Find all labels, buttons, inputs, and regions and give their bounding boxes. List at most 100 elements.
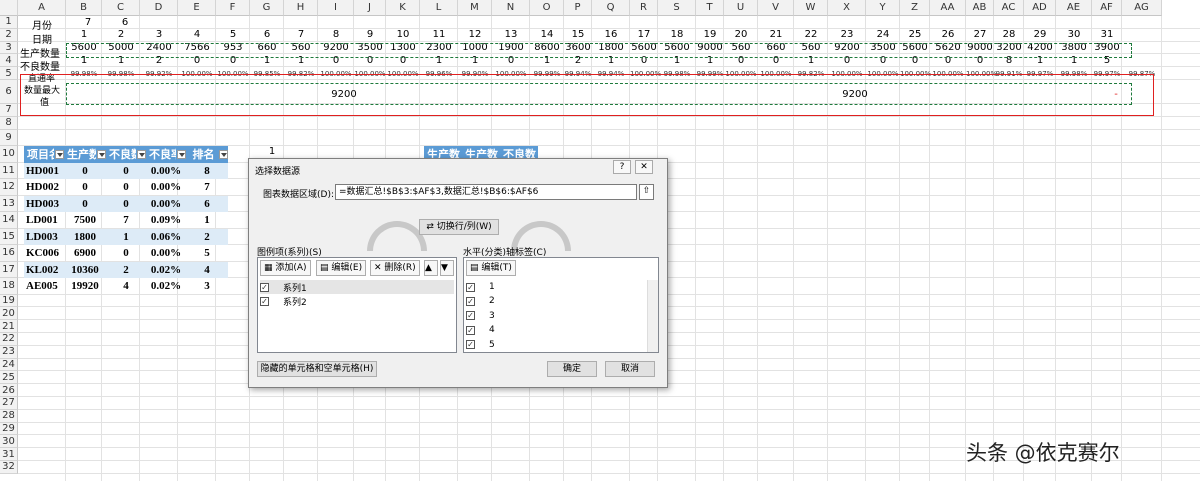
table-cell[interactable]: 2: [186, 228, 228, 245]
row-header[interactable]: 13: [0, 195, 18, 213]
row-header[interactable]: 3: [0, 41, 18, 55]
table-cell[interactable]: 0.00%: [146, 162, 186, 179]
series-item[interactable]: ✓ 系列1: [260, 280, 454, 294]
table-cell[interactable]: 0: [64, 195, 106, 212]
column-header[interactable]: J: [354, 0, 386, 16]
max-value-x[interactable]: 9200: [836, 89, 874, 101]
checkbox[interactable]: ✓: [466, 282, 475, 292]
row-header[interactable]: 10: [0, 146, 18, 163]
row-header[interactable]: 19: [0, 294, 18, 308]
data-cell[interactable]: 19: [696, 29, 724, 41]
column-header[interactable]: M: [458, 0, 492, 16]
row-header[interactable]: 8: [0, 116, 18, 130]
table-header[interactable]: 项目名: [24, 146, 64, 163]
data-cell[interactable]: 31: [1092, 29, 1122, 41]
row-header[interactable]: 6: [0, 80, 18, 104]
axis-item[interactable]: ✓ 1: [466, 280, 644, 294]
column-header[interactable]: Q: [592, 0, 630, 16]
close-button[interactable]: ✕: [635, 160, 653, 174]
row-header[interactable]: 23: [0, 345, 18, 359]
filter-dropdown-icon[interactable]: [97, 149, 106, 159]
filter-dropdown-icon[interactable]: [219, 149, 228, 159]
row-header[interactable]: 5: [0, 67, 18, 80]
table-cell[interactable]: 1: [106, 228, 146, 245]
data-cell[interactable]: 26: [930, 29, 966, 41]
table-cell[interactable]: 7: [186, 179, 228, 196]
row-header[interactable]: 12: [0, 179, 18, 196]
data-cell[interactable]: 28: [994, 29, 1024, 41]
filter-dropdown-icon[interactable]: [137, 149, 146, 159]
data-cell[interactable]: 17: [630, 29, 658, 41]
table-cell[interactable]: 8: [186, 162, 228, 179]
column-header[interactable]: U: [724, 0, 758, 16]
axis-item[interactable]: ✓ 4: [466, 323, 644, 337]
hidden-cells-button[interactable]: 隐藏的单元格和空单元格(H): [257, 361, 377, 377]
max-value-i[interactable]: 9200: [326, 89, 362, 101]
axis-edit-button[interactable]: ▤ 编辑(T): [466, 260, 516, 276]
table-cell[interactable]: HD002: [24, 179, 64, 196]
column-header[interactable]: T: [696, 0, 724, 16]
data-cell[interactable]: 4: [178, 29, 216, 41]
table-header[interactable]: 生产数: [64, 146, 106, 163]
table-header[interactable]: 不良率: [146, 146, 186, 163]
select-all-corner[interactable]: [0, 0, 18, 16]
row-header[interactable]: 1: [0, 16, 18, 29]
column-header[interactable]: O: [530, 0, 564, 16]
row-header[interactable]: 27: [0, 397, 18, 410]
table-cell[interactable]: KL002: [24, 261, 64, 278]
table-cell[interactable]: 0.00%: [146, 245, 186, 262]
table-cell[interactable]: 6900: [64, 245, 106, 262]
table-cell[interactable]: HD001: [24, 162, 64, 179]
column-header[interactable]: B: [66, 0, 102, 16]
row-header[interactable]: 32: [0, 461, 18, 474]
table-cell[interactable]: 19920: [64, 278, 106, 295]
row-header[interactable]: 22: [0, 333, 18, 346]
row-header[interactable]: 28: [0, 409, 18, 423]
data-cell[interactable]: 3: [140, 29, 178, 41]
data-cell[interactable]: 20: [724, 29, 758, 41]
series-item[interactable]: ✓ 系列2: [260, 294, 454, 308]
cancel-button[interactable]: 取消: [605, 361, 655, 377]
row-header[interactable]: 15: [0, 228, 18, 246]
data-cell[interactable]: 22: [794, 29, 828, 41]
axis-list-scrollbar[interactable]: [647, 280, 658, 352]
checkbox[interactable]: ✓: [466, 325, 475, 335]
row-header[interactable]: 26: [0, 384, 18, 397]
date-label[interactable]: 日期: [32, 31, 52, 46]
data-cell[interactable]: 7: [284, 29, 318, 41]
delete-series-button[interactable]: ✕ 删除(R): [370, 260, 420, 276]
table-cell[interactable]: 0.00%: [146, 179, 186, 196]
column-header[interactable]: S: [658, 0, 696, 16]
checkbox[interactable]: ✓: [466, 340, 475, 350]
ok-button[interactable]: 确定: [547, 361, 597, 377]
checkbox[interactable]: ✓: [466, 311, 475, 321]
data-cell[interactable]: 13: [492, 29, 530, 41]
table-cell[interactable]: 1: [186, 212, 228, 229]
column-header[interactable]: P: [564, 0, 592, 16]
row-header[interactable]: 18: [0, 278, 18, 295]
table-cell[interactable]: 0.02%: [146, 261, 186, 278]
column-header[interactable]: W: [794, 0, 828, 16]
row-header[interactable]: 4: [0, 54, 18, 68]
table-cell[interactable]: 0.06%: [146, 228, 186, 245]
column-header[interactable]: AG: [1122, 0, 1162, 16]
data-cell[interactable]: 2: [102, 29, 140, 41]
row-header[interactable]: 14: [0, 212, 18, 229]
column-header[interactable]: AF: [1092, 0, 1122, 16]
row-header[interactable]: 7: [0, 104, 18, 117]
row-header[interactable]: 30: [0, 435, 18, 449]
table-cell[interactable]: 0: [106, 245, 146, 262]
data-cell[interactable]: 12: [458, 29, 492, 41]
edit-series-button[interactable]: ▤ 编辑(E): [316, 260, 367, 276]
move-down-button[interactable]: ▼: [440, 260, 454, 276]
column-header[interactable]: AA: [930, 0, 966, 16]
table-cell[interactable]: LD001: [24, 212, 64, 229]
column-header[interactable]: F: [216, 0, 250, 16]
column-header[interactable]: N: [492, 0, 530, 16]
table-cell[interactable]: 0: [106, 195, 146, 212]
column-header[interactable]: Y: [866, 0, 900, 16]
add-series-button[interactable]: ▦ 添加(A): [260, 260, 311, 276]
row-header[interactable]: 20: [0, 307, 18, 321]
table-header[interactable]: 排名: [186, 146, 228, 163]
column-header[interactable]: AB: [966, 0, 994, 16]
